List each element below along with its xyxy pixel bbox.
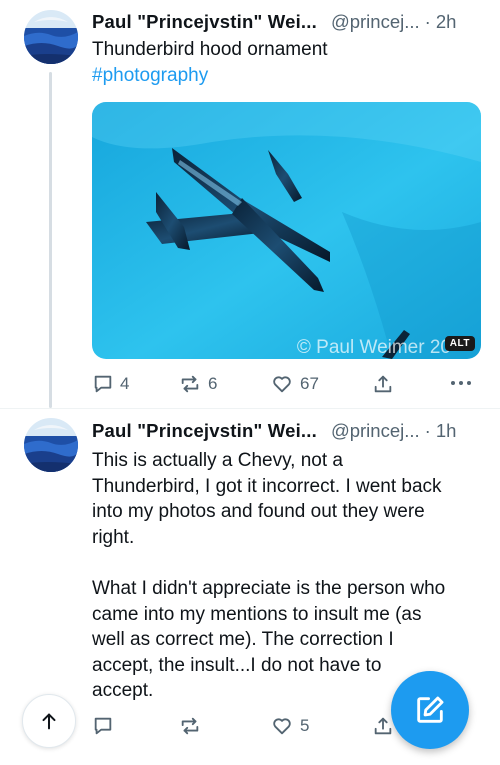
post-timestamp[interactable]: 1h: [436, 420, 457, 442]
share-button[interactable]: [372, 715, 394, 737]
separator-dot: ·: [424, 11, 431, 32]
hashtag-link[interactable]: #photography: [92, 63, 484, 89]
like-button[interactable]: 5: [270, 715, 309, 737]
more-options-button[interactable]: [450, 379, 472, 387]
post-text-line: into my photos and found out they were: [92, 501, 425, 522]
post-text-line: right.: [92, 526, 135, 548]
post-text: Thunderbird hood ornament: [92, 39, 328, 60]
repost-button[interactable]: 6: [178, 373, 217, 395]
separator-dot: ·: [424, 420, 431, 441]
post-text-line: well as correct me). The correction I: [92, 629, 394, 650]
compose-post-button[interactable]: [391, 671, 469, 749]
post-text-line: came into my mentions to insult me (as: [92, 603, 422, 625]
like-count: 5: [300, 716, 310, 735]
post-actions: 4 6 67: [92, 373, 472, 401]
reply-count: 4: [120, 374, 130, 393]
post-text-line: [92, 550, 484, 576]
alt-text-badge[interactable]: ALT: [444, 336, 475, 351]
post-divider: [0, 408, 500, 409]
photo-watermark: © Paul Weimer 20: [296, 337, 451, 358]
heart-icon: [273, 376, 291, 393]
post-text-line: What I didn't appreciate is the person w…: [92, 578, 446, 599]
author-name[interactable]: Paul "Princejvstin" Wei...: [92, 11, 317, 33]
author-avatar[interactable]: [24, 418, 78, 472]
post-body: This is actually a Chevy, not a Thunderb…: [92, 448, 484, 704]
share-icon: [374, 717, 392, 735]
post-timestamp[interactable]: 2h: [436, 11, 457, 33]
repost-icon: [181, 717, 199, 735]
repost-button[interactable]: [178, 715, 202, 737]
scroll-to-top-button[interactable]: [22, 694, 76, 748]
author-handle[interactable]: @princej...: [331, 420, 420, 442]
share-button[interactable]: [372, 373, 394, 395]
more-icon: [451, 381, 471, 385]
repost-icon: [181, 375, 199, 393]
share-icon: [374, 375, 392, 393]
reply-icon: [94, 717, 112, 735]
compose-icon: [417, 696, 444, 723]
author-handle[interactable]: @princej...: [331, 11, 420, 33]
author-avatar[interactable]: [24, 10, 78, 64]
author-name[interactable]: Paul "Princejvstin" Wei...: [92, 420, 317, 442]
post-text-line: This is actually a Chevy, not a: [92, 450, 343, 471]
reply-icon: [94, 375, 112, 393]
reply-button[interactable]: 4: [92, 373, 129, 395]
repost-count: 6: [208, 374, 218, 393]
post-body: Thunderbird hood ornament #photography: [92, 37, 484, 88]
post-image[interactable]: © Paul Weimer 20 ALT: [92, 102, 481, 359]
post-1[interactable]: Paul "Princejvstin" Wei... @princej... ·…: [0, 0, 500, 408]
heart-icon: [273, 718, 291, 735]
post-text-line: Thunderbird, I got it incorrect. I went …: [92, 475, 442, 497]
like-count: 67: [300, 374, 319, 393]
like-button[interactable]: 67: [270, 373, 319, 395]
arrow-up-icon: [42, 713, 56, 730]
reply-button[interactable]: [92, 715, 114, 737]
